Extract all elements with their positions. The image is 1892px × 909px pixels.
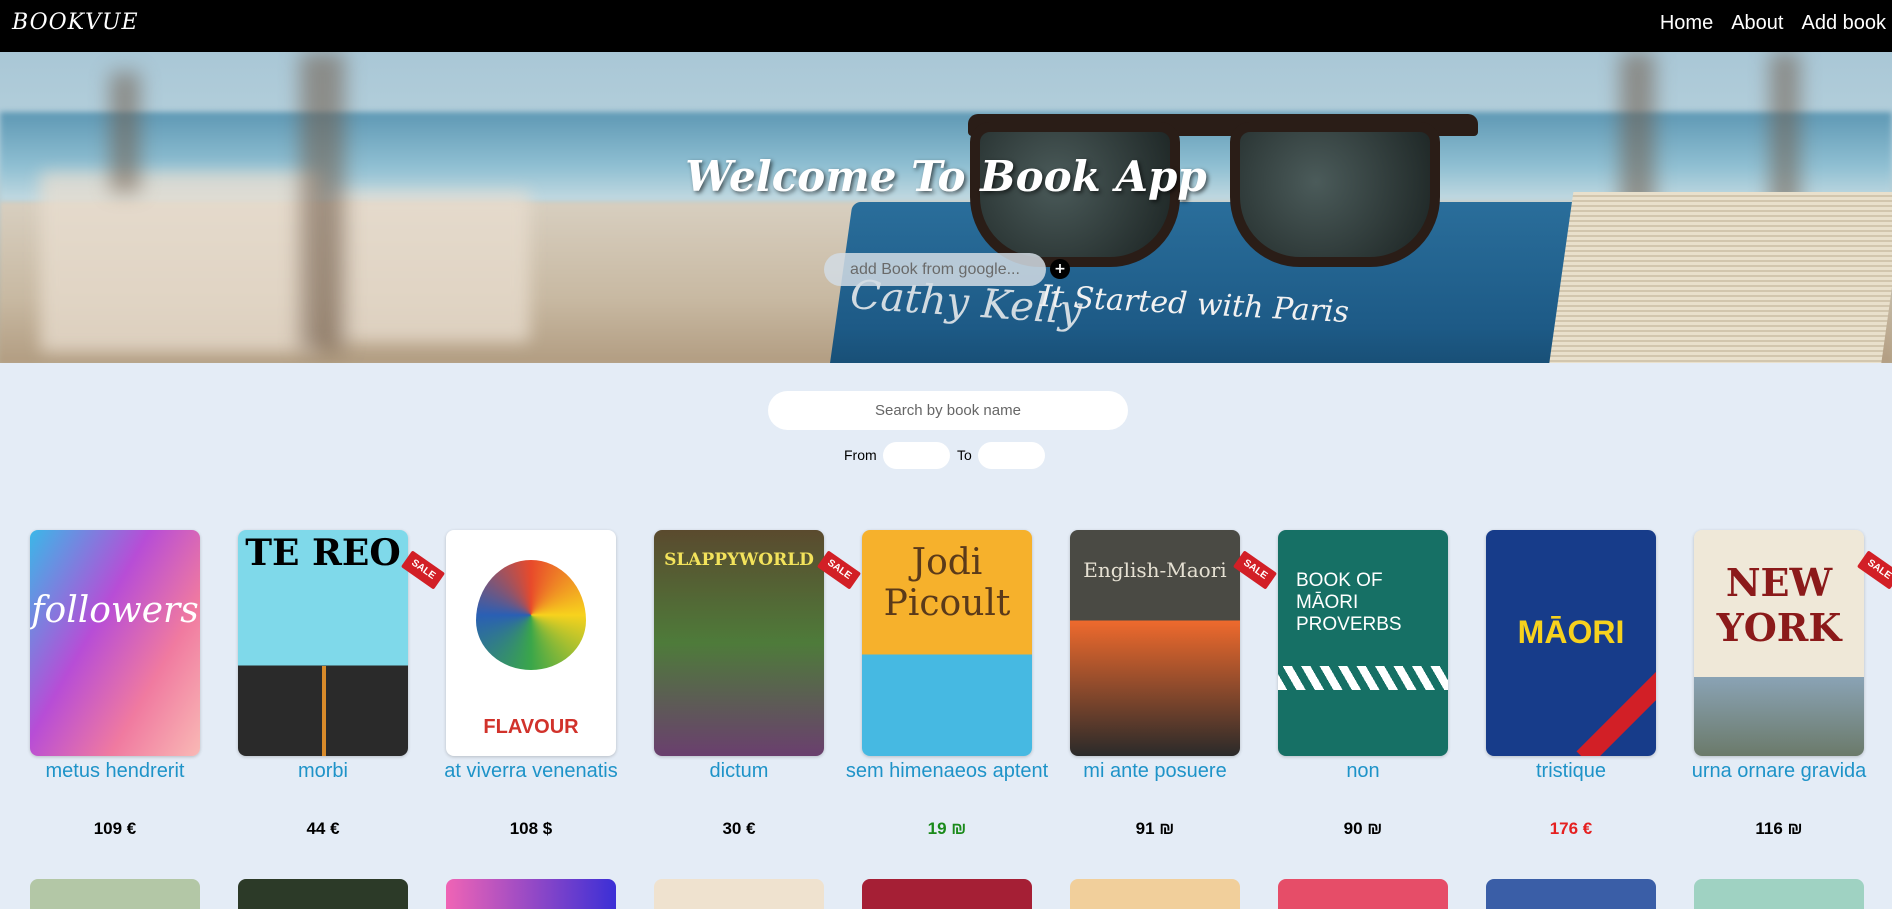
nav-links: Home About Add book	[1660, 12, 1892, 35]
book-cover-partial[interactable]	[1278, 879, 1448, 909]
hero-book-pages	[1546, 192, 1892, 363]
book-title[interactable]: dictum	[624, 760, 854, 783]
book-price: 109 €	[93, 819, 137, 838]
cover-title: NEW YORK	[1716, 560, 1842, 650]
book-card[interactable]: Jodi Picoult sem himenaeos aptent 19 ₪	[832, 530, 1048, 850]
book-price: 44 €	[306, 819, 340, 838]
cover-title: Jodi Picoult	[883, 542, 1011, 624]
book-cover[interactable]: NEW YORK	[1694, 530, 1864, 756]
book-title[interactable]: tristique	[1456, 760, 1686, 783]
book-cover-partial[interactable]	[30, 879, 200, 909]
book-card[interactable]: English-Maori SALE mi ante posuere 91 ₪	[1040, 530, 1278, 850]
search-input[interactable]	[768, 391, 1128, 430]
cover-title: FLAVOUR	[483, 716, 579, 738]
book-cover[interactable]: SLAPPYWORLD	[654, 530, 824, 756]
book-cover[interactable]: Jodi Picoult	[862, 530, 1032, 756]
book-cover-partial[interactable]	[238, 879, 408, 909]
book-title[interactable]: non	[1248, 760, 1478, 783]
book-title[interactable]: mi ante posuere	[1040, 760, 1270, 783]
book-title[interactable]: morbi	[208, 760, 438, 783]
book-price: 90 ₪	[1343, 819, 1383, 838]
nav-link-home[interactable]: Home	[1660, 12, 1713, 35]
price-to-label: To	[957, 447, 972, 463]
book-cover[interactable]: FLAVOUR	[446, 530, 616, 756]
hero-umbrella-pole	[300, 52, 345, 352]
hero-title: Welcome To Book App	[685, 152, 1207, 201]
cover-pattern	[1278, 666, 1448, 690]
cover-title: English-Maori	[1083, 558, 1227, 582]
cover-ribbon	[1576, 666, 1656, 756]
book-cover-partial[interactable]	[1486, 879, 1656, 909]
book-price: 30 €	[722, 819, 756, 838]
price-to-input[interactable]	[978, 442, 1045, 469]
book-title[interactable]: urna ornare gravida	[1664, 760, 1892, 783]
hero-chair	[330, 192, 530, 342]
book-price: 108 $	[509, 819, 553, 838]
cover-title: BOOK OF MĀORI PROVERBS	[1296, 570, 1402, 635]
book-title[interactable]: sem himenaeos aptent	[832, 760, 1062, 783]
book-title[interactable]: metus hendrerit	[0, 760, 230, 783]
book-card[interactable]: TE REO SALE morbi 44 €	[208, 530, 446, 850]
nav-link-add-book[interactable]: Add book	[1801, 12, 1886, 35]
book-cover[interactable]: English-Maori	[1070, 530, 1240, 756]
book-card[interactable]: followers metus hendrerit 109 €	[0, 530, 200, 850]
cover-title: MĀORI	[1517, 614, 1625, 650]
book-price: 19 ₪	[927, 819, 967, 838]
book-cover-partial[interactable]	[862, 879, 1032, 909]
cover-stripe	[322, 666, 326, 756]
navbar: BOOKVUE Home About Add book	[0, 0, 1892, 52]
book-price: 176 €	[1549, 819, 1593, 838]
book-cover[interactable]: MĀORI	[1486, 530, 1656, 756]
book-cover-partial[interactable]	[1070, 879, 1240, 909]
book-cover-partial[interactable]	[654, 879, 824, 909]
nav-link-about[interactable]: About	[1731, 12, 1783, 35]
book-price: 116 ₪	[1755, 819, 1803, 838]
cover-title: SLAPPYWORLD	[664, 550, 814, 570]
google-book-input[interactable]	[824, 253, 1046, 286]
book-cover[interactable]: BOOK OF MĀORI PROVERBS	[1278, 530, 1448, 756]
add-google-book-button[interactable]: +	[1050, 259, 1070, 279]
book-card[interactable]: BOOK OF MĀORI PROVERBS non 90 ₪	[1248, 530, 1448, 850]
book-card[interactable]: MĀORI tristique 176 €	[1456, 530, 1656, 850]
price-from-label: From	[844, 447, 877, 463]
hero-banner: Cathy Kelly It Started with Paris	[0, 52, 1892, 363]
book-cover[interactable]: TE REO	[238, 530, 408, 756]
price-from-input[interactable]	[883, 442, 950, 469]
book-title[interactable]: at viverra venenatis	[416, 760, 646, 783]
book-cover-partial[interactable]	[1694, 879, 1864, 909]
cover-title: TE REO	[245, 532, 401, 574]
book-card[interactable]: NEW YORK SALE urna ornare gravida 116 ₪	[1664, 530, 1892, 850]
onion-illustration-icon	[476, 560, 586, 670]
book-card[interactable]: SLAPPYWORLD SALE dictum 30 €	[624, 530, 862, 850]
brand-logo[interactable]: BOOKVUE	[12, 10, 139, 35]
cover-title: followers	[31, 590, 199, 631]
book-price: 91 ₪	[1135, 819, 1175, 838]
book-cover-partial[interactable]	[446, 879, 616, 909]
book-cover[interactable]: followers	[30, 530, 200, 756]
book-card[interactable]: FLAVOUR at viverra venenatis 108 $	[416, 530, 618, 850]
